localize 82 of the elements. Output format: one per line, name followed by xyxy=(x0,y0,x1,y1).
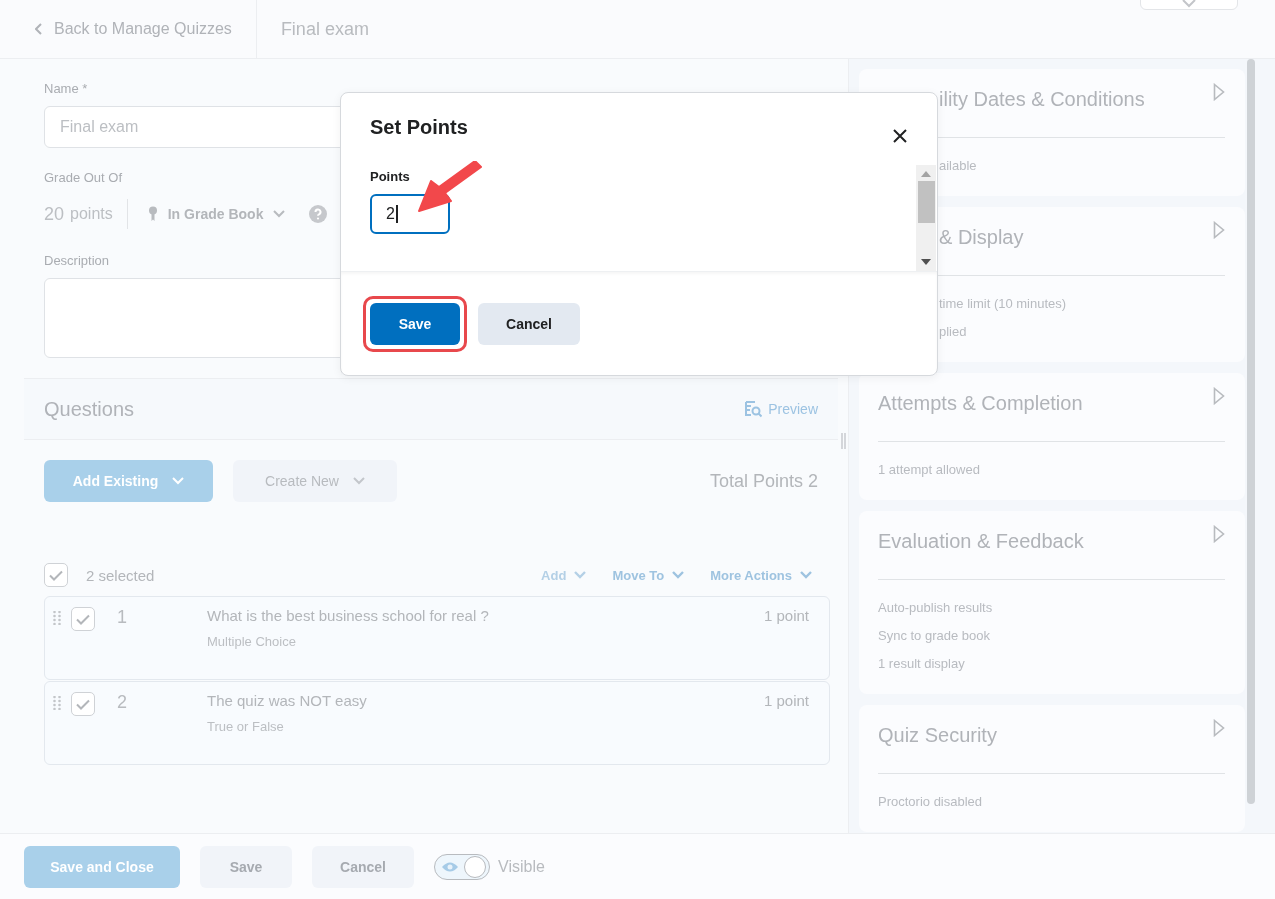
checkmark-icon xyxy=(76,613,90,625)
field-label: Grade Out Of xyxy=(44,170,123,185)
question-checkbox[interactable] xyxy=(71,607,95,631)
grade-value: 20 xyxy=(44,203,65,225)
expand-arrow-icon[interactable] xyxy=(1213,719,1225,737)
settings-card[interactable]: Evaluation & Feedback Auto-publish results Sync to grade book 1 result display xyxy=(859,511,1245,694)
chevron-down-icon xyxy=(800,571,812,579)
question-row[interactable]: 1 What is the best business school for real ? Multiple Choice 1 point xyxy=(44,596,830,680)
card-title: & Display xyxy=(939,225,1024,249)
expand-arrow-icon[interactable] xyxy=(1213,83,1225,101)
scroll-up-icon[interactable] xyxy=(921,171,931,177)
question-type: Multiple Choice xyxy=(207,634,297,649)
footer-button[interactable]: Cancel xyxy=(312,845,414,888)
question-type: True or False xyxy=(207,719,285,734)
card-summary: 1 result display xyxy=(878,655,966,673)
card-summary: time limit (10 minutes) xyxy=(939,295,1068,313)
card-summary: 1 attempt allowed xyxy=(878,461,981,479)
card-summary: plied xyxy=(939,323,968,341)
scrollbar[interactable] xyxy=(916,165,936,271)
close-icon[interactable] xyxy=(893,129,907,143)
help-icon[interactable] xyxy=(309,205,328,223)
card-summary: ailable xyxy=(939,157,978,175)
select-all-checkbox[interactable] xyxy=(44,563,68,587)
preview-link[interactable]: Preview xyxy=(744,400,818,418)
question-row[interactable]: 2 The quiz was NOT easy True or False 1 point xyxy=(44,681,830,765)
card-summary: Auto-publish results xyxy=(878,599,994,617)
drag-handle-icon[interactable] xyxy=(53,696,61,710)
grade-unit: points xyxy=(70,205,113,223)
eye-icon xyxy=(441,860,459,873)
chevron-down-icon xyxy=(574,571,587,579)
page-title: Final exam xyxy=(280,18,369,40)
section-title: Questions xyxy=(44,397,135,421)
footer-button[interactable]: Save xyxy=(200,845,292,888)
chevron-down-icon xyxy=(352,477,365,485)
question-points: 1 point xyxy=(763,692,809,709)
question-checkbox[interactable] xyxy=(71,692,95,716)
checkmark-icon xyxy=(76,698,90,710)
settings-card[interactable]: Attempts & Completion 1 attempt allowed xyxy=(859,373,1245,500)
expand-arrow-icon[interactable] xyxy=(1213,525,1225,543)
question-number: 2 xyxy=(116,692,128,713)
drag-handle-icon[interactable] xyxy=(53,611,61,625)
scrollbar[interactable] xyxy=(1247,59,1255,804)
toggle-label: Visible xyxy=(498,857,545,876)
pin-icon xyxy=(147,206,158,222)
total-points: Total Points 2 xyxy=(709,470,818,492)
preview-icon xyxy=(744,400,763,418)
expand-arrow-icon[interactable] xyxy=(1213,221,1225,239)
dialog-title: Set Points xyxy=(370,115,468,139)
resize-handle-icon[interactable] xyxy=(840,433,846,449)
settings-card[interactable]: Quiz Security Proctorio disabled xyxy=(859,705,1245,832)
add-existing-button[interactable]: Add Existing xyxy=(44,460,213,502)
scroll-down-icon[interactable] xyxy=(921,259,931,265)
dialog-button[interactable]: Save xyxy=(370,302,460,345)
visibility-toggle[interactable] xyxy=(434,853,490,880)
dialog-button[interactable]: Cancel xyxy=(478,302,580,345)
create-new-button[interactable]: Create New xyxy=(233,460,397,502)
grade-book-dropdown[interactable]: In Grade Book xyxy=(147,206,286,222)
card-title: Quiz Security xyxy=(878,723,997,747)
field-label: Name * xyxy=(44,81,88,96)
chevron-down-icon xyxy=(672,571,685,579)
back-link[interactable]: Back to Manage Quizzes xyxy=(0,0,257,58)
question-text: The quiz was NOT easy xyxy=(207,692,368,709)
field-label: Points xyxy=(370,169,411,184)
checkmark-icon xyxy=(49,569,63,581)
chevron-left-icon xyxy=(35,23,43,35)
card-title: Attempts & Completion xyxy=(878,391,1083,415)
footer-button[interactable]: Save and Close xyxy=(24,845,180,888)
card-title: ility Dates & Conditions xyxy=(939,87,1145,111)
caret-icon xyxy=(1182,0,1196,8)
action-menu[interactable]: More Actions xyxy=(710,567,812,583)
chevron-down-icon xyxy=(273,210,286,218)
field-label: Description xyxy=(44,253,110,268)
selected-count: 2 selected xyxy=(86,566,155,584)
card-summary: Proctorio disabled xyxy=(878,793,984,811)
chevron-down-icon xyxy=(172,477,185,485)
card-title: Evaluation & Feedback xyxy=(878,529,1084,553)
card-summary: Sync to grade book xyxy=(878,627,992,645)
question-text: What is the best business school for real ? xyxy=(207,607,490,624)
question-points: 1 point xyxy=(763,607,809,624)
action-menu[interactable]: Move To xyxy=(612,567,685,583)
expand-arrow-icon[interactable] xyxy=(1213,387,1225,405)
question-number: 1 xyxy=(116,607,128,628)
